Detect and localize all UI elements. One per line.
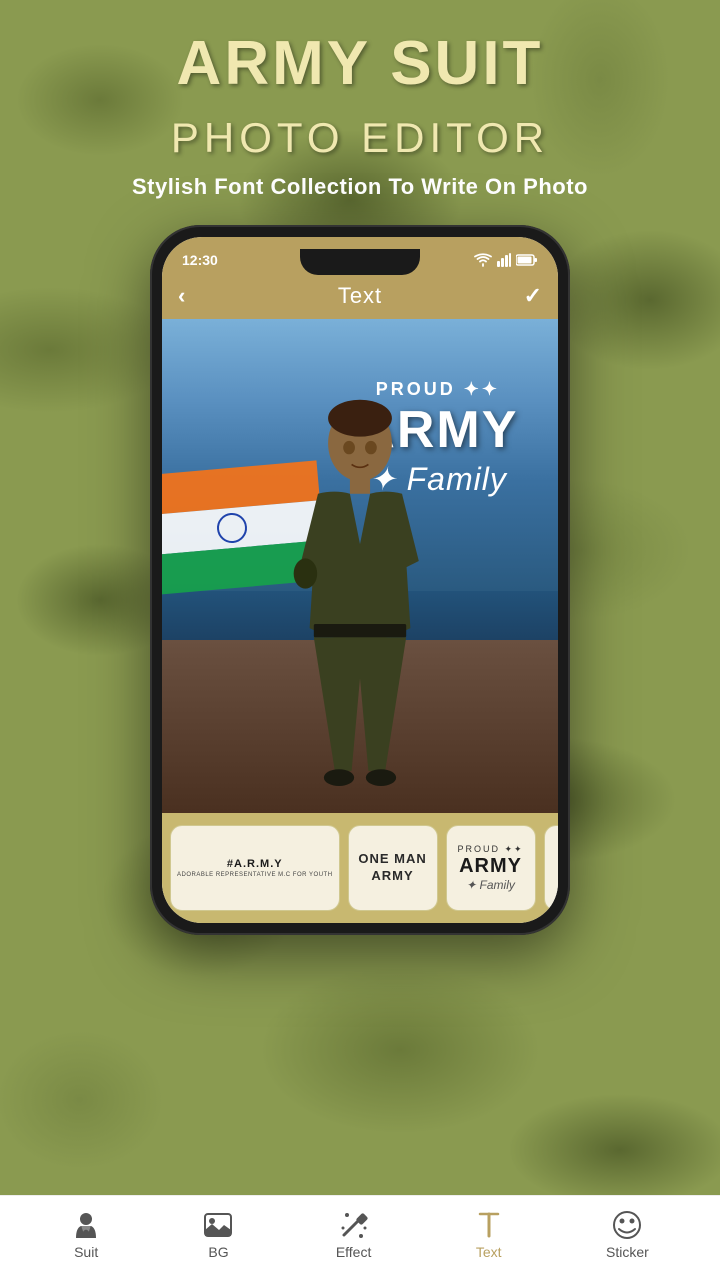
nav-item-suit[interactable]: Suit: [71, 1210, 101, 1260]
sticker-army-abbr-sub: ADORABLE REPRESENTATIVE M.C FOR YOUTH: [177, 872, 333, 878]
status-time: 12:30: [182, 252, 218, 268]
effect-icon: [339, 1210, 369, 1240]
phone-body: 12:30: [150, 225, 570, 935]
battery-icon: [516, 254, 538, 266]
phone-topbar: ‹ Text ✓: [162, 275, 558, 319]
sticker-item-army-abbr[interactable]: #A.R.M.Y ADORABLE REPRESENTATIVE M.C FOR…: [170, 825, 340, 911]
title-line2: Photo Editor: [171, 114, 549, 161]
signal-icon: [497, 253, 511, 267]
check-button[interactable]: ✓: [524, 283, 542, 309]
bg-icon: [203, 1210, 233, 1240]
phone-notch: [300, 249, 420, 275]
text-label: Text: [476, 1244, 502, 1260]
sticker-label: Sticker: [606, 1244, 649, 1260]
title-line1: ARMY SUIT: [177, 29, 544, 98]
sticker-one-man-text: ONE MANARMY: [358, 851, 426, 885]
sticker-item-proud-army[interactable]: PROUD ✦✦ ARMY ✦ Family: [446, 825, 536, 911]
sticker-icon: [612, 1210, 642, 1240]
text-icon: [474, 1210, 504, 1240]
photo-background: PROUD ✦✦ ARMY ✦ Family: [162, 319, 558, 813]
nav-item-bg[interactable]: BG: [203, 1210, 233, 1260]
phone-screen: 12:30: [162, 237, 558, 923]
page-content: ARMY SUIT Photo Editor Stylish Font Coll…: [0, 0, 720, 1280]
nav-item-text[interactable]: Text: [474, 1210, 504, 1260]
effect-label: Effect: [336, 1244, 372, 1260]
nav-item-sticker[interactable]: Sticker: [606, 1210, 649, 1260]
bottom-nav: Suit BG Effect Text: [0, 1195, 720, 1280]
sticker-tray: #A.R.M.Y ADORABLE REPRESENTATIVE M.C FOR…: [162, 813, 558, 923]
phone-mockup: 12:30: [150, 225, 570, 935]
photo-area[interactable]: PROUD ✦✦ ARMY ✦ Family: [162, 319, 558, 813]
sticker-item-love-army[interactable]: #LOVEARMY: [544, 825, 558, 911]
app-title: ARMY SUIT Photo Editor: [132, 30, 588, 166]
sticker-proud-army-content: PROUD ✦✦ ARMY ✦ Family: [457, 844, 523, 892]
sticker-army-abbr-title: #A.R.M.Y: [227, 858, 283, 871]
status-icons: [474, 253, 538, 267]
suit-label: Suit: [74, 1244, 98, 1260]
soldier-figure: [250, 393, 470, 813]
back-button[interactable]: ‹: [178, 283, 185, 309]
tagline: Stylish Font Collection To Write On Phot…: [132, 174, 588, 200]
sticker-item-one-man-army[interactable]: ONE MANARMY: [348, 825, 438, 911]
ashoka-chakra: [216, 511, 249, 544]
wifi-icon: [474, 253, 492, 267]
suit-icon: [71, 1210, 101, 1240]
topbar-title: Text: [338, 283, 382, 309]
bg-label: BG: [208, 1244, 228, 1260]
header-section: ARMY SUIT Photo Editor Stylish Font Coll…: [112, 0, 608, 215]
nav-item-effect[interactable]: Effect: [336, 1210, 372, 1260]
